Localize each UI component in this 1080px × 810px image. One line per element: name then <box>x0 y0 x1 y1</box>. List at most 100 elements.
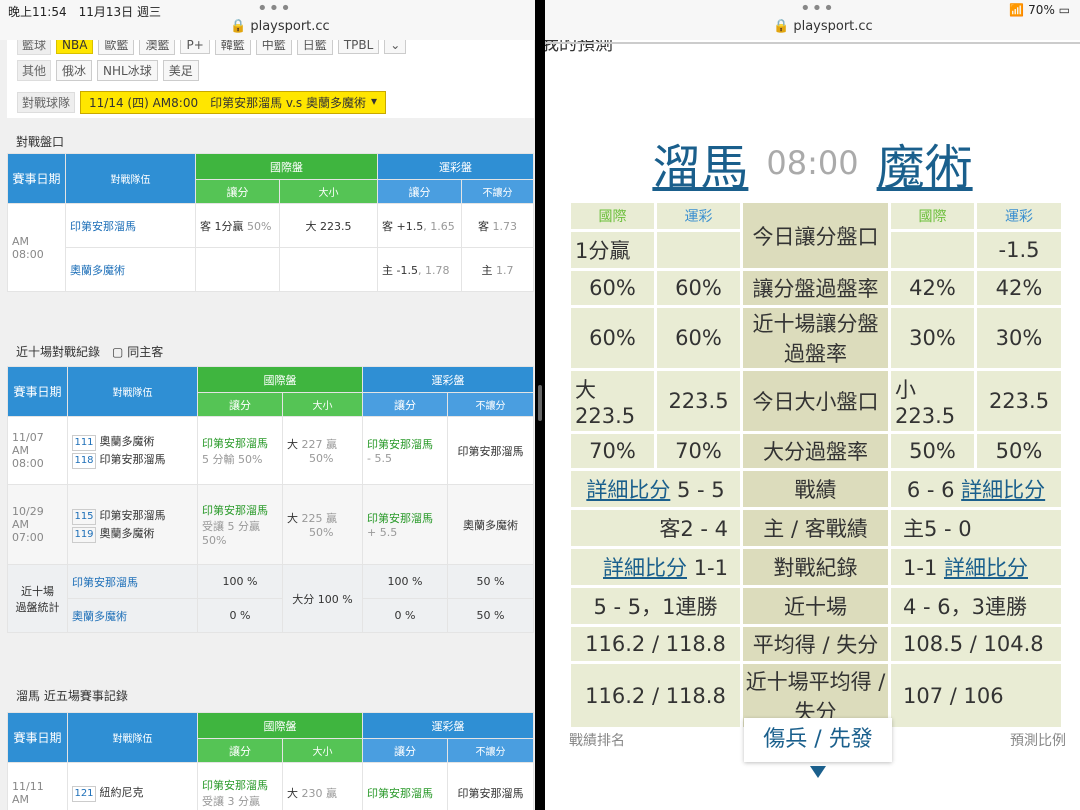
cell: 108.5 / 104.8 <box>888 624 1064 664</box>
table-row: 11/11 AM 121 紐約尼克 印第安那溜馬 受讓 3 分贏 大 230 贏 印… <box>7 762 534 810</box>
league-tag[interactable]: 澳籃 <box>139 40 176 55</box>
url-left[interactable]: 🔒 playsport.cc <box>230 19 330 34</box>
col-spread: 讓分 <box>197 738 283 763</box>
league-tag[interactable]: TPBL <box>337 40 380 54</box>
stats-row: 奧蘭多魔術 0 % 0 % 50 % <box>7 598 534 633</box>
cell: 70% <box>654 431 743 471</box>
col-spread2: 讓分 <box>362 392 448 417</box>
url-right[interactable]: 🔒 playsport.cc <box>773 19 873 34</box>
team-link[interactable]: 印第安那溜馬 <box>65 203 196 248</box>
detail-score-link[interactable]: 詳細比分 <box>586 478 670 502</box>
team-link[interactable]: 奧蘭多魔術 <box>67 598 198 633</box>
cell: 223.5 <box>974 368 1064 434</box>
detail-score-link[interactable]: 詳細比分 <box>603 556 687 580</box>
league-tag[interactable]: NHL冰球 <box>97 60 158 81</box>
more-leagues-chevron-icon[interactable]: ⌄ <box>384 40 407 54</box>
col-intl: 國際盤 <box>197 366 363 393</box>
status-battery: 📶 70% ▭ <box>1009 3 1070 17</box>
col-noline: 不讓分 <box>447 738 534 763</box>
stats-label: 近十場 過盤統計 <box>7 564 68 633</box>
stat-cell: 100 % <box>362 564 448 599</box>
ml-result: 印第安那溜馬 <box>447 416 534 485</box>
col-lottery: 運彩 <box>654 200 743 232</box>
tab-prediction-ratio[interactable]: 預測比例 <box>1010 730 1066 750</box>
lot-spread: 客 +1.5, 1.65 <box>377 203 462 248</box>
row-label: 戰績 <box>740 468 891 510</box>
cell: 42% <box>974 268 1064 308</box>
lot-spread-result: 印第安那溜馬 - 5.5 <box>362 416 448 485</box>
cell: 50% <box>974 431 1064 471</box>
match-row: 對戰球隊 11/14 (四) AM8:00 印第安那溜馬 v.s 奧蘭多魔術 ▾ <box>17 91 387 114</box>
ou-result: 大 225 贏 50% <box>282 484 363 565</box>
dropdown-arrow-icon: ▾ <box>370 94 378 108</box>
col-lottery: 運彩盤 <box>377 153 534 180</box>
away-team-link[interactable]: 魔術 <box>877 140 973 196</box>
intl-spread: 客 1分贏 50% <box>195 203 280 248</box>
split-view-divider[interactable] <box>535 0 545 810</box>
lot-spread-result: 印第安那溜馬 + 5.5 <box>362 484 448 565</box>
lot-spread: 主 -1.5, 1.78 <box>377 247 462 292</box>
league-tag[interactable]: 俄冰 <box>56 60 93 81</box>
col-date: 賽事日期 <box>7 366 68 417</box>
league-tag[interactable]: 歐籃 <box>98 40 135 55</box>
cell: 小223.5 <box>888 368 977 434</box>
league-tag[interactable]: P+ <box>180 40 210 54</box>
multitask-dots-right[interactable]: ••• <box>800 0 835 19</box>
team-link[interactable]: 奧蘭多魔術 <box>65 247 196 292</box>
cell: 60% <box>654 305 743 371</box>
cell: 42% <box>888 268 977 308</box>
cell <box>888 229 977 271</box>
col-teams: 對戰隊伍 <box>67 366 198 417</box>
intl-spread-result: 印第安那溜馬 受讓 5 分贏 50% <box>197 484 283 565</box>
intl-spread-result: 印第安那溜馬 受讓 3 分贏 <box>197 762 283 810</box>
league-tag[interactable]: 韓籃 <box>214 40 251 55</box>
cell: 116.2 / 118.8 <box>568 624 743 664</box>
intl-spread <box>195 247 280 292</box>
matchup: 115 印第安那溜馬 119 奧蘭多魔術 <box>67 484 198 565</box>
other-label: 其他 <box>17 60 52 81</box>
game-date: 11/07 AM 08:00 <box>7 416 68 485</box>
cell: 107 / 106 <box>888 661 1064 730</box>
col-teams: 對戰隊伍 <box>65 153 196 204</box>
col-intl: 國際盤 <box>197 712 363 739</box>
league-tag[interactable]: 中籃 <box>255 40 292 55</box>
lot-spread-result: 印第安那溜馬 <box>362 762 448 810</box>
stat-ou: 大分 100 % <box>282 564 363 633</box>
row-label: 讓分盤過盤率 <box>740 268 891 308</box>
matchup: 121 紐約尼克 <box>67 762 198 810</box>
intl-ou <box>279 247 378 292</box>
same-home-checkbox[interactable]: ▢ 同主客 <box>112 345 163 359</box>
col-intl: 國際盤 <box>195 153 378 180</box>
cell: 70% <box>568 431 657 471</box>
tab-injuries-lineup[interactable]: 傷兵 / 先發 <box>744 718 892 762</box>
comparison-table: 國際 運彩 今日讓分盤口 國際 運彩 1分贏 -1.5 60% 60% 讓分盤過… <box>568 200 1064 730</box>
detail-score-link[interactable]: 詳細比分 <box>961 478 1045 502</box>
col-date: 賽事日期 <box>7 712 68 763</box>
status-time: 晚上11:54 11月13日 週三 <box>8 5 161 19</box>
matchup: 111 奧蘭多魔術 118 印第安那溜馬 <box>67 416 198 485</box>
cell: -1.5 <box>974 229 1064 271</box>
col-noline: 不讓分 <box>461 179 534 204</box>
intl-ou: 大 223.5 <box>279 203 378 248</box>
cell: 223.5 <box>654 368 743 434</box>
multitask-dots-left[interactable]: ••• <box>257 0 292 19</box>
home-team-link[interactable]: 溜馬 <box>652 140 748 196</box>
league-tag[interactable]: 美足 <box>162 60 199 81</box>
col-teams: 對戰隊伍 <box>67 712 198 763</box>
left-pane: 籃球 NBA 歐籃 澳籃 P+ 韓籃 中籃 日籃 TPBL ⌄ 其他 俄冰 NH… <box>0 40 535 810</box>
league-tag[interactable]: 日籃 <box>296 40 333 55</box>
h2h-cell: 1-1 詳細比分 <box>888 546 1064 588</box>
detail-score-link[interactable]: 詳細比分 <box>944 556 1028 580</box>
col-spread: 讓分 <box>197 392 283 417</box>
col-intl: 國際 <box>568 200 657 232</box>
team-link[interactable]: 印第安那溜馬 <box>67 564 198 599</box>
stats-row: 近十場 過盤統計 印第安那溜馬 100 % 大分 100 % 100 % 50 % <box>7 564 534 633</box>
cell: 50% <box>888 431 977 471</box>
row-label: 近十場 <box>740 585 891 627</box>
divider-handle[interactable] <box>538 385 542 421</box>
tab-standings[interactable]: 戰績排名 <box>569 730 625 750</box>
league-tag-nba[interactable]: NBA <box>56 40 94 54</box>
lot-ml: 主 1.7 <box>461 247 534 292</box>
match-select[interactable]: 11/14 (四) AM8:00 印第安那溜馬 v.s 奧蘭多魔術 ▾ <box>80 91 387 114</box>
cell: 大223.5 <box>568 368 657 434</box>
